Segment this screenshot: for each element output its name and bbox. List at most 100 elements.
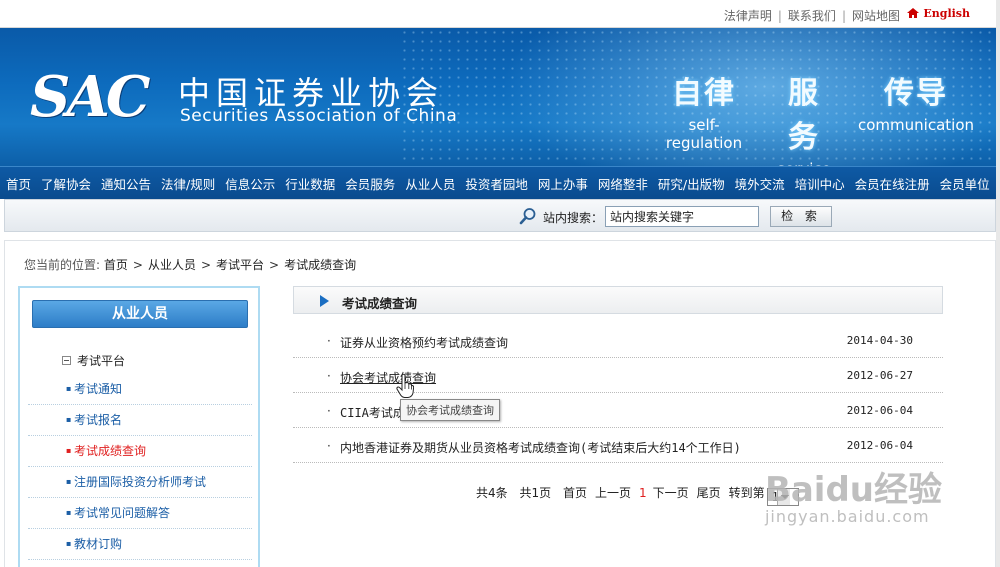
slogan-service: 服务 service: [774, 68, 834, 166]
sidebar-group-label: 考试平台: [77, 354, 126, 368]
news-title-link[interactable]: 内地香港证券及期货从业员资格考试成绩查询(考试结束后大约14个工作日): [340, 439, 741, 456]
nav-item[interactable]: 研究/出版物: [658, 174, 725, 193]
sidebar-item[interactable]: 教材订购: [28, 529, 252, 560]
pagination: 共4条 共1页 首页 上一页 1 下一页 尾页 转到第 1: [476, 484, 807, 506]
magnifier-icon: [519, 208, 536, 225]
baidu-watermark: Baidu经验 jingyan.baidu.com: [765, 462, 942, 526]
current-page: 1: [638, 486, 647, 500]
nav-item[interactable]: 法律/规则: [161, 174, 215, 193]
nav-item[interactable]: 投资者园地: [465, 174, 528, 193]
nav-item[interactable]: 了解协会: [41, 174, 91, 193]
news-row: · 内地香港证券及期货从业员资格考试成绩查询(考试结束后大约14个工作日) 2012…: [293, 428, 943, 463]
sidebar-heading[interactable]: 从业人员: [32, 300, 248, 328]
window-edge: [996, 0, 1000, 567]
nav-item[interactable]: 培训中心: [795, 174, 845, 193]
nav-item[interactable]: 行业数据: [285, 174, 335, 193]
nav-item[interactable]: 通知公告: [101, 174, 151, 193]
breadcrumb-practitioners[interactable]: 从业人员: [148, 258, 196, 272]
breadcrumb-exam-platform[interactable]: 考试平台: [216, 258, 264, 272]
total-count: 共4条: [476, 486, 508, 500]
nav-item[interactable]: 网上办事: [538, 174, 588, 193]
breadcrumb-home[interactable]: 首页: [104, 258, 128, 272]
legal-link[interactable]: 法律声明: [724, 9, 772, 23]
nav-item[interactable]: 境外交流: [735, 174, 785, 193]
news-date: 2012-06-04: [846, 439, 913, 452]
nav-item[interactable]: 会员在线注册: [855, 174, 930, 193]
news-date: 2012-06-27: [846, 369, 913, 382]
sitemap-link[interactable]: 网站地图: [852, 9, 900, 23]
nav-item[interactable]: 会员单位: [940, 174, 990, 193]
english-link[interactable]: English: [907, 7, 970, 20]
slogan-en: communication: [858, 116, 975, 134]
search-bar: 站内搜索： 检 索: [4, 199, 996, 232]
slogan-communication: 传导 communication: [858, 68, 974, 134]
news-row: · 证券从业资格预约考试成绩查询 2014-04-30: [293, 323, 943, 358]
sidebar-item[interactable]: 考试常见问题解答: [28, 498, 252, 529]
section-title-bar: 考试成绩查询: [293, 286, 943, 314]
prev-page-link[interactable]: 上一页: [595, 486, 631, 500]
hand-cursor-icon: [396, 373, 414, 398]
goto-label: 转到第: [728, 486, 765, 500]
search-label: 站内搜索：: [543, 211, 604, 225]
sidebar-item[interactable]: 考试成绩查询: [28, 436, 252, 467]
sidebar-item[interactable]: 考试报名: [28, 405, 252, 436]
breadcrumb: 您当前的位置: 首页 > 从业人员 > 考试平台 > 考试成绩查询: [24, 256, 356, 273]
home-icon: [907, 8, 920, 18]
nav-item[interactable]: 首页: [6, 174, 31, 193]
last-page-link[interactable]: 尾页: [697, 486, 721, 500]
nav-item[interactable]: 会员服务: [345, 174, 395, 193]
link-tooltip: 协会考试成绩查询: [400, 399, 500, 421]
breadcrumb-current: 考试成绩查询: [284, 258, 357, 272]
bullet-icon: ·: [327, 404, 331, 418]
triangle-right-icon: [320, 295, 329, 307]
news-title-link[interactable]: CIIA考试成: [340, 404, 405, 421]
separator: |: [841, 9, 846, 23]
breadcrumb-prefix: 您当前的位置:: [24, 258, 101, 272]
news-row: · CIIA考试成 2012-06-04: [293, 393, 943, 428]
page: 法律声明 | 联系我们 | 网站地图 English SAC 中国证券业协会 Secur…: [0, 0, 1000, 567]
search-input[interactable]: [605, 206, 759, 227]
news-list: · 证券从业资格预约考试成绩查询 2014-04-30 · 协会考试成绩查询 2012-0…: [293, 323, 943, 463]
news-row: · 协会考试成绩查询 2012-06-27: [293, 358, 943, 393]
collapse-icon[interactable]: [62, 356, 71, 365]
top-links-bar: 法律声明 | 联系我们 | 网站地图 English: [0, 0, 1000, 28]
news-title-link[interactable]: 证券从业资格预约考试成绩查询: [340, 334, 508, 351]
slogan-cn: 自律: [672, 76, 736, 111]
org-name-en: Securities Association of China: [180, 106, 458, 126]
slogan-en: self-regulation: [665, 116, 743, 152]
next-page-link[interactable]: 下一页: [653, 486, 689, 500]
contact-link[interactable]: 联系我们: [788, 9, 836, 23]
sidebar-group-exam-platform[interactable]: 考试平台: [62, 352, 125, 369]
watermark-brand: Baidu经验: [764, 470, 942, 510]
breadcrumb-arrow: >: [269, 258, 280, 272]
page-count: 共1页: [519, 486, 552, 500]
bullet-icon: ·: [327, 334, 331, 348]
sac-logo[interactable]: SAC: [30, 64, 150, 130]
watermark-url: jingyan.baidu.com: [764, 507, 930, 526]
main-nav: 首页 了解协会 通知公告 法律/规则 信息公示 行业数据 会员服务 从业人员 投资者园地 网上办事…: [0, 166, 1000, 199]
nav-item[interactable]: 网络整非: [598, 174, 648, 193]
section-title: 考试成绩查询: [342, 296, 418, 311]
sidebar-item[interactable]: 注册国际投资分析师考试: [28, 467, 252, 498]
news-title-link[interactable]: 协会考试成绩查询: [340, 369, 436, 386]
header-banner: SAC 中国证券业协会 Securities Association of Ch…: [0, 28, 1000, 166]
nav-item[interactable]: 信息公示: [225, 174, 275, 193]
slogan-cn: 传导: [884, 76, 948, 111]
breadcrumb-arrow: >: [132, 258, 143, 272]
nav-list: 首页 了解协会 通知公告 法律/规则 信息公示 行业数据 会员服务 从业人员 投资者园地 网上办事…: [0, 167, 1000, 200]
bullet-icon: ·: [327, 439, 331, 453]
nav-item[interactable]: 从业人员: [405, 174, 455, 193]
slogan-self-regulation: 自律 self-regulation: [652, 68, 756, 152]
separator: |: [777, 9, 782, 23]
bullet-icon: ·: [327, 369, 331, 383]
news-date: 2014-04-30: [846, 334, 913, 347]
sidebar-list: 考试通知考试报名考试成绩查询注册国际投资分析师考试考试常见问题解答教材订购: [28, 374, 252, 560]
breadcrumb-arrow: >: [200, 258, 212, 272]
first-page-link[interactable]: 首页: [563, 486, 587, 500]
sidebar-item[interactable]: 考试通知: [28, 374, 252, 405]
english-label: English: [923, 7, 970, 20]
news-date: 2012-06-04: [846, 404, 913, 417]
sidebar: 从业人员 考试平台 考试通知考试报名考试成绩查询注册国际投资分析师考试考试常见问…: [18, 286, 260, 567]
search-button[interactable]: 检 索: [770, 206, 832, 227]
utility-links: 法律声明 | 联系我们 | 网站地图: [724, 7, 900, 24]
